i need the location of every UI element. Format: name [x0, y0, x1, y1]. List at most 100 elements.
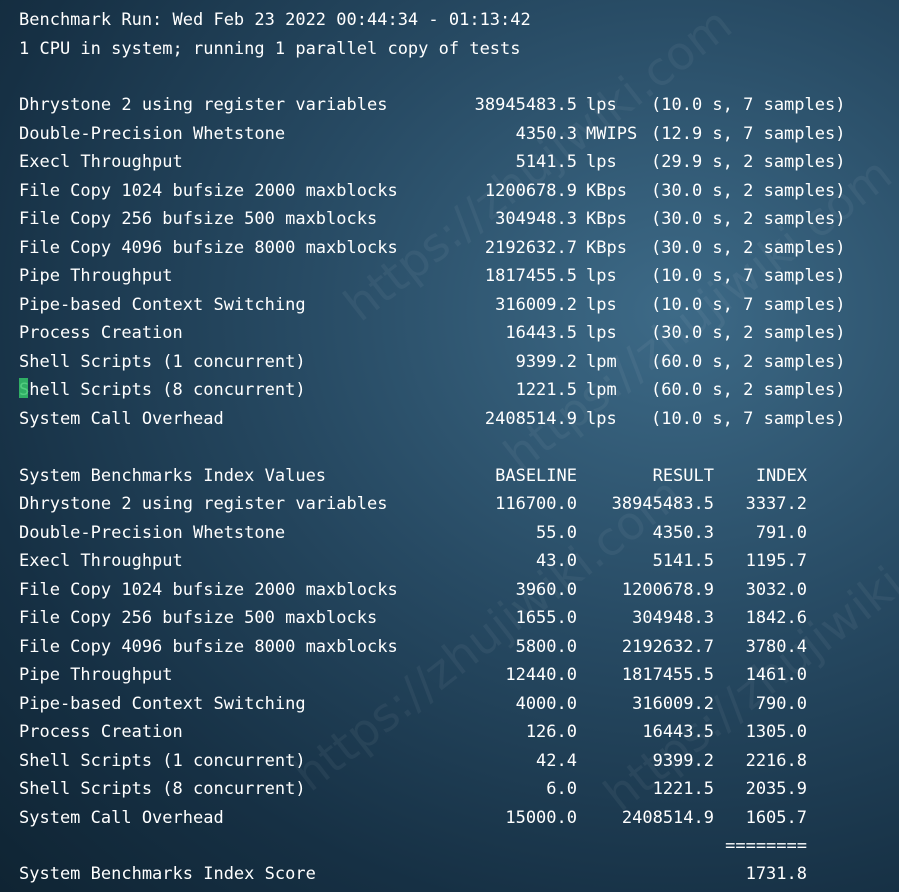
result-row-name: Shell Scripts (8 concurrent) [19, 378, 306, 400]
index-row-index: 1461.0 [745, 665, 807, 685]
index-row-result: 38945483.5 [611, 494, 714, 514]
result-row-value: 38945483.5 [474, 95, 577, 115]
index-row-baseline: 12440.0 [505, 665, 577, 685]
index-row-result: 316009.2 [632, 693, 714, 714]
index-score-value: 1731.8 [745, 864, 807, 884]
result-row-name: File Copy 1024 bufsize 2000 maxblocks [19, 180, 398, 201]
result-row-timing: (30.0 s, 2 samples) [651, 209, 846, 229]
index-row-name: Pipe Throughput [19, 665, 173, 685]
index-row-index: 1195.7 [745, 551, 807, 571]
result-row-name: File Copy 4096 bufsize 8000 maxblocks [19, 237, 398, 258]
index-row-name: File Copy 1024 bufsize 2000 maxblocks [19, 579, 398, 600]
index-row-name: Shell Scripts (8 concurrent) [19, 779, 306, 799]
index-row-index: 790.0 [755, 693, 807, 714]
result-row-name: Double-Precision Whetstone [19, 123, 286, 144]
result-row-unit: KBps [586, 180, 627, 201]
result-row-timing: (10.0 s, 7 samples) [651, 266, 846, 286]
index-row-index: 1842.6 [745, 608, 807, 628]
result-row-unit: MWIPS [586, 123, 638, 144]
result-row-timing: (12.9 s, 7 samples) [651, 123, 846, 144]
index-row-baseline: 1655.0 [515, 608, 577, 628]
index-row-baseline: 126.0 [525, 722, 577, 742]
index-row-index: 1605.7 [745, 807, 807, 828]
result-row-timing: (30.0 s, 2 samples) [651, 323, 846, 343]
result-row-unit: lps [586, 408, 617, 429]
index-row-name: Pipe-based Context Switching [19, 693, 306, 714]
index-row-name: Process Creation [19, 722, 183, 742]
result-row-unit: lps [586, 294, 617, 315]
index-table-title: System Benchmarks Index Values [19, 466, 327, 486]
result-row-name: Pipe-based Context Switching [19, 294, 306, 315]
result-row-timing: (30.0 s, 2 samples) [651, 180, 846, 201]
result-row-value: 2408514.9 [484, 408, 577, 429]
terminal-cursor [19, 378, 28, 398]
result-row-value: 4350.3 [515, 123, 577, 144]
result-row-value: 9399.2 [515, 351, 577, 372]
result-row-value: 5141.5 [515, 152, 577, 172]
index-row-name: File Copy 4096 bufsize 8000 maxblocks [19, 636, 398, 657]
index-row-name: Dhrystone 2 using register variables [19, 494, 388, 514]
index-row-baseline: 55.0 [536, 522, 577, 543]
result-row-name: File Copy 256 bufsize 500 maxblocks [19, 209, 378, 229]
result-row-unit: lpm [586, 351, 617, 372]
result-row-unit: lps [586, 323, 617, 343]
result-row-value: 316009.2 [495, 294, 577, 315]
result-row-timing: (29.9 s, 2 samples) [651, 152, 846, 172]
result-row-timing: (10.0 s, 7 samples) [651, 294, 846, 315]
index-row-name: System Call Overhead [19, 807, 224, 828]
result-row-unit: KBps [586, 209, 627, 229]
result-row-unit: lps [586, 266, 617, 286]
result-row-value: 16443.5 [505, 323, 577, 343]
index-row-result: 1200678.9 [621, 579, 714, 600]
index-row-baseline: 116700.0 [495, 494, 577, 514]
index-row-result: 16443.5 [642, 722, 714, 742]
result-row-timing: (10.0 s, 7 samples) [651, 408, 846, 429]
index-row-result: 1221.5 [652, 779, 714, 799]
result-row-timing: (10.0 s, 7 samples) [651, 95, 846, 115]
benchmark-run-line: Benchmark Run: Wed Feb 23 2022 00:44:34 … [19, 10, 531, 30]
result-row-name: Execl Throughput [19, 152, 183, 172]
result-row-value: 2192632.7 [484, 237, 577, 258]
index-row-result: 2408514.9 [621, 807, 714, 828]
result-row-name: System Call Overhead [19, 408, 224, 429]
baseline-header: BASELINE [495, 466, 577, 486]
index-header: INDEX [755, 466, 807, 486]
result-row-unit: lps [586, 152, 617, 172]
result-row-timing: (30.0 s, 2 samples) [651, 237, 846, 258]
index-row-index: 3032.0 [745, 579, 807, 600]
result-row-unit: lpm [586, 380, 617, 400]
index-row-name: Double-Precision Whetstone [19, 522, 286, 543]
result-row-timing: (60.0 s, 2 samples) [651, 351, 846, 372]
index-row-result: 5141.5 [652, 551, 714, 571]
index-row-index: 1305.0 [745, 722, 807, 742]
result-header: RESULT [652, 466, 714, 486]
result-row-name: Dhrystone 2 using register variables [19, 95, 388, 115]
result-row-value: 304948.3 [495, 209, 577, 229]
index-row-result: 9399.2 [652, 750, 714, 771]
result-row-value: 1200678.9 [484, 180, 577, 201]
index-row-baseline: 15000.0 [505, 807, 577, 828]
index-row-baseline: 6.0 [546, 779, 577, 799]
index-row-result: 4350.3 [652, 522, 714, 543]
result-row-name: Process Creation [19, 323, 183, 343]
index-score-label: System Benchmarks Index Score [19, 864, 316, 884]
index-row-index: 3337.2 [745, 494, 807, 514]
index-row-name: Shell Scripts (1 concurrent) [19, 750, 306, 771]
result-row-name: Pipe Throughput [19, 266, 173, 286]
result-row-name: Shell Scripts (1 concurrent) [19, 351, 306, 372]
index-row-baseline: 4000.0 [515, 693, 577, 714]
index-row-index: 3780.4 [745, 636, 807, 657]
terminal-window[interactable]: https://zhujiwiki.com https://zhujiwiki.… [0, 0, 899, 892]
cpu-info-line: 1 CPU in system; running 1 parallel copy… [19, 38, 521, 59]
index-row-baseline: 5800.0 [515, 636, 577, 657]
index-row-baseline: 43.0 [536, 551, 577, 571]
index-row-baseline: 3960.0 [515, 579, 577, 600]
index-row-index: 2035.9 [745, 779, 807, 799]
index-row-index: 791.0 [755, 522, 807, 543]
index-row-result: 1817455.5 [621, 665, 714, 685]
result-row-timing: (60.0 s, 2 samples) [651, 380, 846, 400]
index-row-index: 2216.8 [745, 750, 807, 771]
index-row-result: 2192632.7 [621, 636, 714, 657]
separator-line: ======== [725, 836, 807, 856]
index-row-name: Execl Throughput [19, 551, 183, 571]
